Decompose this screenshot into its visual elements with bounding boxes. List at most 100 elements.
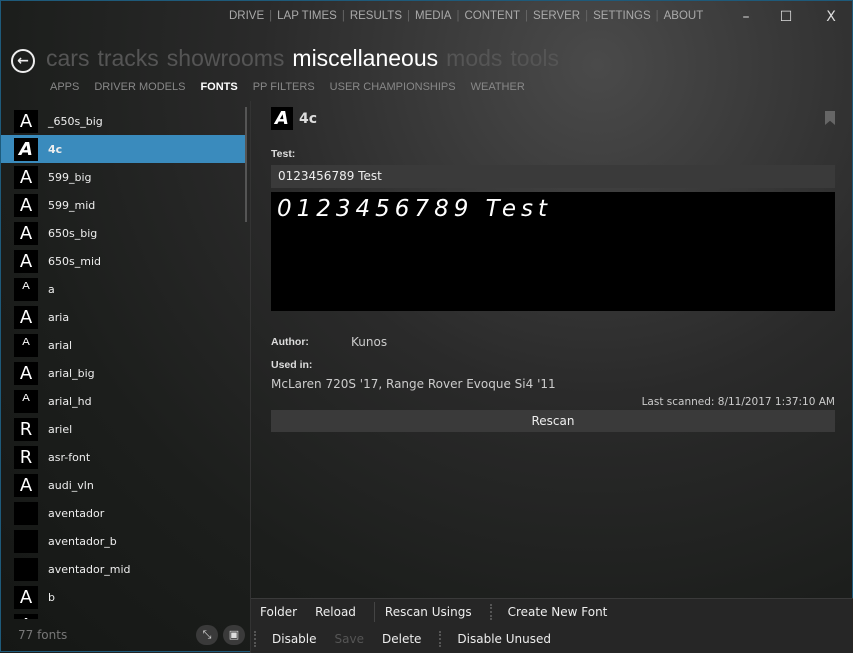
list-item-label: 650s_mid (48, 254, 101, 268)
list-item[interactable]: aventador_mid (1, 555, 246, 583)
font-thumbnail: A (14, 109, 38, 133)
list-item[interactable]: Rariel (1, 415, 246, 443)
list-scrollbar[interactable] (245, 107, 247, 222)
font-thumbnail: A (14, 305, 38, 329)
list-item[interactable]: Aaria (1, 303, 246, 331)
subtab-weather[interactable]: WEATHER (471, 81, 525, 93)
collapse-icon[interactable]: ⤡ (196, 625, 218, 645)
separator: | (655, 10, 659, 22)
font-detail: A 4c Test: 0123456789 Test 0123456789 Tes… (271, 107, 835, 432)
nav-settings[interactable]: SETTINGS (593, 10, 651, 22)
nav-lap-times[interactable]: LAP TIMES (277, 10, 337, 22)
used-in-value: McLaren 720S '17, Range Rover Evoque Si4… (271, 377, 556, 391)
list-item[interactable]: A 599_big (1, 163, 246, 191)
maximize-button[interactable]: ☐ (771, 5, 801, 29)
reload-button[interactable]: Reload (315, 605, 356, 619)
tab-tracks[interactable]: tracks (97, 45, 158, 71)
list-item[interactable]: A _650s_big (1, 107, 246, 135)
separator: | (341, 10, 345, 22)
disable-unused-button[interactable]: Disable Unused (457, 632, 551, 646)
list-item[interactable]: A 650s_mid (1, 247, 246, 275)
used-in-label: Used in: (271, 359, 313, 371)
tab-showrooms[interactable]: showrooms (167, 45, 285, 71)
rescan-usings-button[interactable]: Rescan Usings (385, 605, 472, 619)
list-item-label: 4c (48, 142, 63, 156)
list-item-label: aventador_b (48, 534, 117, 548)
list-item[interactable]: A 599_mid (1, 191, 246, 219)
list-item[interactable]: Aarial_big (1, 359, 246, 387)
nav-media[interactable]: MEDIA (415, 10, 451, 22)
list-item[interactable]: aventador (1, 499, 246, 527)
folder-button[interactable]: Folder (260, 605, 297, 619)
font-list: A _650s_big A 4c A 599_big A 599_mid A 650s_big A 6… (1, 107, 246, 619)
separator: | (269, 10, 273, 22)
list-item[interactable]: A 4c (1, 135, 246, 163)
tab-miscellaneous[interactable]: miscellaneous (292, 45, 438, 71)
font-thumbnail: A (14, 221, 38, 245)
subtab-pp-filters[interactable]: PP FILTERS (253, 81, 315, 93)
nav-results[interactable]: RESULTS (350, 10, 402, 22)
nav-about[interactable]: ABOUT (664, 10, 704, 22)
list-item-label: b (48, 590, 55, 604)
close-button[interactable]: X (816, 5, 846, 29)
subtab-apps[interactable]: APPS (50, 81, 79, 93)
delete-button[interactable]: Delete (382, 632, 421, 646)
list-item-label: arial_big (48, 366, 95, 380)
minimize-button[interactable]: – (731, 5, 761, 29)
nav-drive[interactable]: DRIVE (229, 10, 264, 22)
separator: | (525, 10, 529, 22)
font-thumbnail: A (14, 361, 38, 385)
list-item[interactable]: aventador_b (1, 527, 246, 555)
arrow-left-icon[interactable]: ← (11, 49, 35, 73)
list-item[interactable]: Aaudi_vln (1, 471, 246, 499)
create-new-font-button[interactable]: Create New Font (508, 605, 608, 619)
tab-mods[interactable]: mods (446, 45, 502, 71)
list-item-label: arial (48, 338, 73, 352)
list-item-label: 650s_big (48, 226, 98, 240)
subtab-fonts[interactable]: FONTS (200, 81, 237, 93)
font-thumbnail: ᴬ (14, 389, 38, 413)
font-title: 4c (299, 110, 318, 127)
font-thumbnail: A (14, 137, 38, 161)
bottom-toolbar: Folder Reload Rescan Usings Create New F… (251, 598, 853, 653)
separator: | (407, 10, 411, 22)
list-item[interactable]: ᴬ arial (1, 331, 246, 359)
disable-button[interactable]: Disable (272, 632, 317, 646)
separator: | (456, 10, 460, 22)
font-thumbnail: A (14, 613, 38, 619)
list-item-label: audi_vln (48, 478, 94, 492)
test-input[interactable]: 0123456789 Test (271, 165, 835, 188)
save-button[interactable]: Save (335, 632, 364, 646)
list-item[interactable]: Ab (1, 583, 246, 611)
last-scanned: Last scanned: 8/11/2017 1:37:10 AM (641, 396, 835, 408)
subtab-user-championships[interactable]: USER CHAMPIONSHIPS (330, 81, 456, 93)
list-item-label: asr-font (48, 450, 91, 464)
font-thumbnail (14, 501, 38, 525)
separator: | (585, 10, 589, 22)
list-item[interactable]: ᴬ arial_hd (1, 387, 246, 415)
list-item-label: aria (48, 310, 70, 324)
save-icon[interactable]: ▣ (223, 625, 245, 645)
author-value: Kunos (351, 335, 388, 349)
list-item-label: aventador (48, 506, 105, 520)
author-label: Author: (271, 336, 309, 348)
sub-tabs: APPS DRIVER MODELS FONTS PP FILTERS USER CHA… (50, 81, 540, 93)
nav-server[interactable]: SERVER (533, 10, 580, 22)
list-item[interactable]: A (1, 611, 246, 619)
list-item-label: arial_hd (48, 394, 92, 408)
list-item[interactable]: Rasr-font (1, 443, 246, 471)
main-tabs: cars tracks showrooms miscellaneous mods tool… (46, 45, 567, 72)
font-preview: 0123456789 Test (271, 192, 835, 311)
list-item-label: aventador_mid (48, 562, 131, 576)
nav-content[interactable]: CONTENT (464, 10, 520, 22)
font-thumbnail (14, 529, 38, 553)
list-item-label: _650s_big (48, 114, 103, 128)
tab-cars[interactable]: cars (46, 45, 89, 71)
tab-tools[interactable]: tools (510, 45, 559, 71)
font-thumbnail: ᴬ (14, 277, 38, 301)
list-item[interactable]: ᴬa (1, 275, 246, 303)
subtab-driver-models[interactable]: DRIVER MODELS (94, 81, 185, 93)
list-item[interactable]: A 650s_big (1, 219, 246, 247)
font-thumbnail: A (14, 473, 38, 497)
rescan-button[interactable]: Rescan (271, 410, 835, 432)
